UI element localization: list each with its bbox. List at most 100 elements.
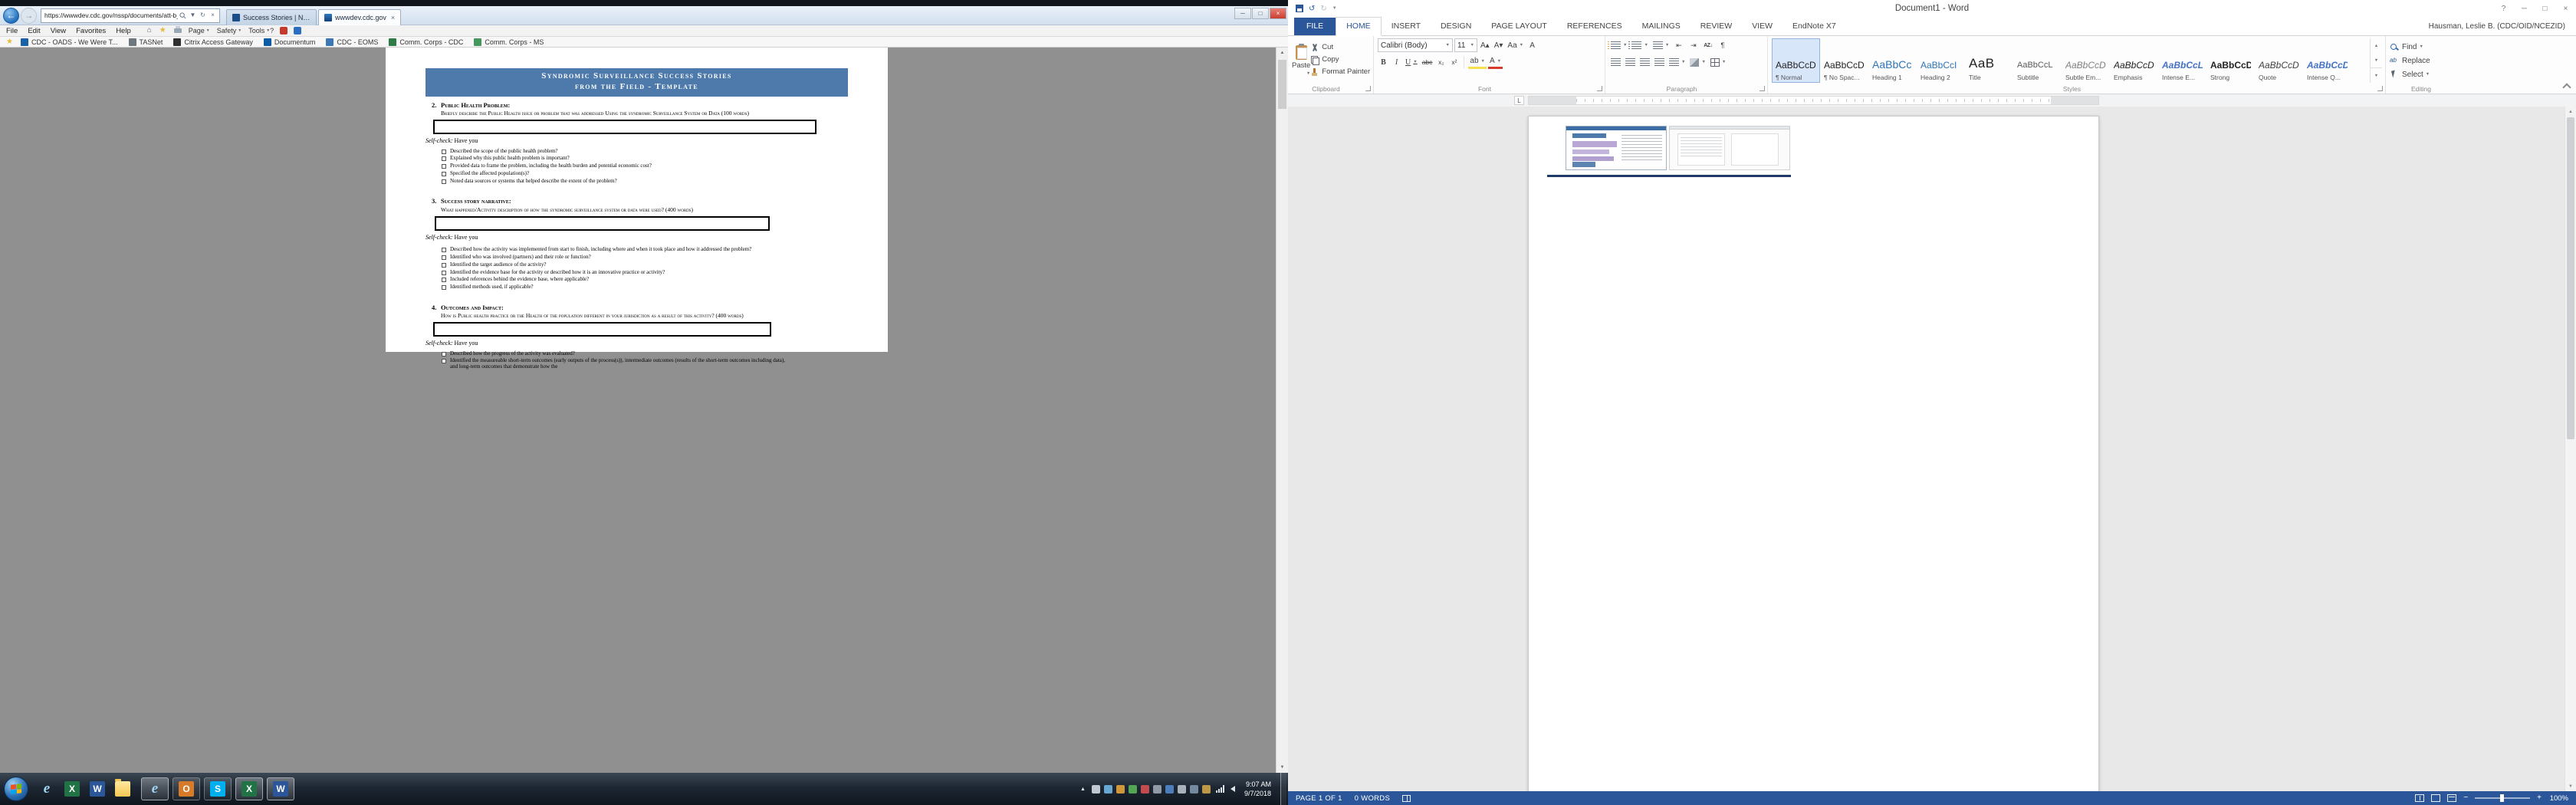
ribbon-tab[interactable]: INSERT [1382,18,1431,35]
taskbar-clock[interactable]: 9:07 AM 9/7/2018 [1244,780,1271,798]
style-gallery-item[interactable]: AaBbCcL Subtitle [2013,38,2062,83]
copy-button[interactable]: Copy [1310,54,1370,65]
help-button[interactable]: ? [2493,0,2514,17]
shading-button[interactable]: ▼ [1688,55,1707,69]
zoom-in-button[interactable]: + [2537,794,2542,802]
borders-button[interactable]: ▼ [1709,55,1727,69]
scroll-up-icon[interactable]: ▲ [2565,107,2576,117]
checkbox[interactable] [442,179,446,184]
font-size-combobox[interactable]: 11▼ [1454,38,1477,52]
url-text[interactable]: https://wwwdev.cdc.gov/nssp/documents/at… [44,12,178,19]
checkbox[interactable] [442,255,446,260]
clear-formatting-button[interactable]: A [1526,38,1538,52]
taskbar-running-app[interactable]: e [141,777,169,800]
style-gallery-item[interactable]: AaBbCc Heading 1 [1868,38,1917,83]
back-button[interactable]: ← [3,8,19,24]
scroll-down-icon[interactable]: ▼ [2565,781,2576,791]
proofing-icon[interactable] [1402,795,1411,802]
tray-icon[interactable] [1116,785,1125,794]
response-text-field[interactable] [433,322,771,337]
tab-stop-selector[interactable]: L [1514,96,1524,105]
command-button[interactable]: Safety ▼ [217,27,242,34]
tray-icon[interactable] [1165,785,1174,794]
sort-button[interactable]: AZ↓ [1701,38,1714,52]
ribbon-tab[interactable]: EndNote X7 [1783,18,1846,35]
paste-button[interactable]: Paste ▼ [1292,38,1310,83]
ribbon-tab[interactable]: MAILINGS [1632,18,1691,35]
undo-icon[interactable]: ↺ [1309,5,1315,13]
network-icon[interactable] [1216,785,1224,793]
checkbox[interactable] [442,172,446,176]
style-gallery-item[interactable]: AaBbCcL Intense E... [2158,38,2206,83]
menu-item[interactable]: Favorites [76,27,106,35]
add-favorite-icon[interactable]: ★ [6,38,13,46]
favorites-bar-link[interactable]: Citrix Access Gateway [173,38,253,46]
address-dropdown-icon[interactable]: ▼ [188,12,198,18]
zoom-slider-thumb[interactable] [2500,794,2504,802]
command-button[interactable]: Page ▼ [189,27,210,34]
increase-indent-button[interactable]: ⇥ [1687,38,1700,52]
superscript-button[interactable]: x² [1448,55,1460,69]
ribbon-tab[interactable]: FILE [1294,18,1336,35]
subscript-button[interactable]: x₂ [1435,55,1447,69]
tray-icon[interactable] [1178,785,1186,794]
account-name[interactable]: Hausman, Leslie B. (CDC/OID/NCEZID) [2429,22,2565,31]
change-case-button[interactable]: Aa▼ [1506,38,1525,52]
ribbon-tab[interactable]: REVIEW [1691,18,1742,35]
menu-item[interactable]: File [6,27,18,35]
ribbon-tab[interactable]: DESIGN [1431,18,1481,35]
read-mode-button[interactable] [2415,794,2424,802]
zoom-level[interactable]: 100% [2548,794,2568,803]
bullets-button[interactable]: ▼ [1609,38,1628,52]
favorites-bar-link[interactable]: CDC - OADS - We Were T... [21,38,118,46]
forward-button[interactable]: → [21,8,37,24]
ribbon-tab[interactable]: HOME [1336,17,1382,36]
justify-button[interactable] [1653,55,1666,69]
font-color-button[interactable]: A▼ [1488,55,1503,69]
close-button[interactable]: × [2555,0,2576,17]
tray-icon[interactable] [1202,785,1211,794]
response-text-field[interactable] [435,216,770,231]
zoom-slider[interactable] [2475,797,2530,799]
dialog-launcher-icon[interactable] [1597,86,1602,91]
tab-success-stories[interactable]: Success Stories | NSSP | CDC [226,9,317,25]
word-page[interactable] [1528,116,2099,791]
favorites-star-icon[interactable]: ★ [159,27,166,34]
checkbox[interactable] [442,278,446,282]
align-left-button[interactable] [1609,55,1622,69]
style-gallery-item[interactable]: AaB Title [1965,38,2013,83]
style-gallery-item[interactable]: AaBbCcDt Intense Q... [2303,38,2351,83]
address-bar[interactable]: https://wwwdev.cdc.gov/nssp/documents/at… [41,8,220,23]
tray-icon[interactable] [1129,785,1137,794]
tray-icon[interactable] [1092,785,1100,794]
gallery-up-icon[interactable]: ▲ [2371,38,2382,53]
collapse-ribbon-icon[interactable] [2562,83,2571,91]
tray-icon[interactable] [1190,785,1198,794]
hidden-icons-arrow[interactable]: ▲ [1080,787,1086,792]
taskbar-pinned-app[interactable]: X [61,777,83,800]
zoom-out-button[interactable]: − [2463,794,2468,802]
checkbox[interactable] [442,248,446,252]
bold-button[interactable]: B [1378,55,1389,69]
taskbar-running-app[interactable]: O [172,777,200,800]
shrink-font-button[interactable]: A▾ [1493,38,1505,52]
align-right-button[interactable] [1638,55,1651,69]
menu-item[interactable]: Help [116,27,131,35]
page-indicator[interactable]: PAGE 1 OF 1 [1296,794,1342,803]
taskbar-running-app[interactable]: X [235,777,263,800]
taskbar-pinned-app[interactable]: e [36,777,58,800]
decrease-indent-button[interactable]: ⇤ [1672,38,1685,52]
browser-scrollbar[interactable]: ▲ ▼ [1276,48,1288,773]
style-gallery-item[interactable]: AaBbCcDc Subtle Em... [2062,38,2110,83]
tray-icon[interactable] [1153,785,1162,794]
menu-item[interactable]: View [51,27,66,35]
favorites-bar-link[interactable]: CDC - EOMS [326,38,378,46]
gallery-more-icon[interactable]: ▼ [2371,67,2382,83]
document-scrollbar[interactable]: ▲ ▼ [2564,107,2576,791]
refresh-icon[interactable]: ↻ [198,12,208,18]
underline-button[interactable]: U▼ [1404,55,1419,69]
font-name-combobox[interactable]: Calibri (Body)▼ [1378,38,1453,52]
format-painter-button[interactable]: Format Painter [1310,66,1370,77]
word-count[interactable]: 0 WORDS [1355,794,1390,803]
checkbox[interactable] [442,164,446,169]
